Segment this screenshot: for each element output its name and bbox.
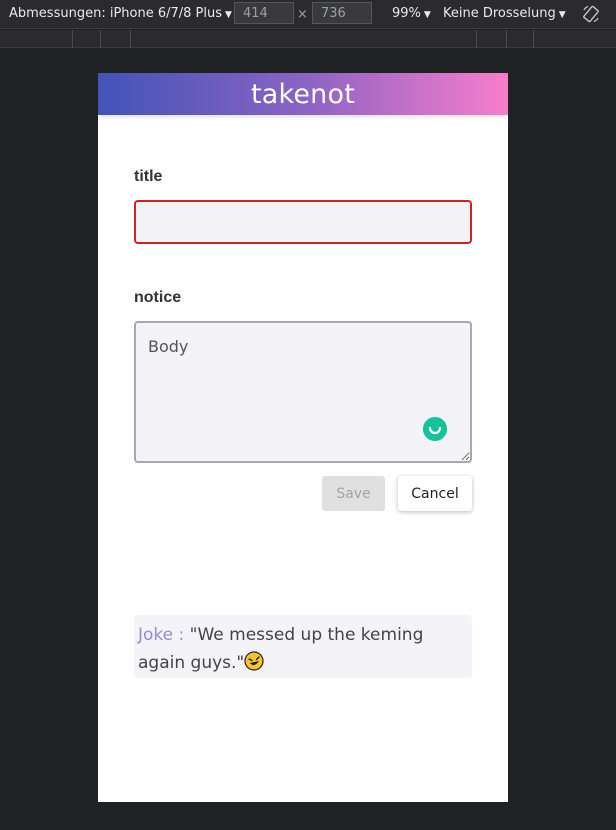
chevron-down-icon: ▼ — [225, 10, 232, 20]
rotate-icon[interactable] — [582, 5, 600, 23]
ruler-tick — [72, 30, 73, 48]
device-width-input[interactable] — [234, 2, 294, 24]
throttling-value: Keine Drosselung — [443, 6, 556, 21]
device-height-input[interactable] — [312, 2, 372, 24]
device-selector[interactable]: Abmessungen: iPhone 6/7/8 Plus ▼ — [9, 6, 232, 21]
ruler-tick — [130, 30, 131, 48]
chevron-down-icon: ▼ — [423, 10, 431, 20]
joke-box: Joke : "We messed up the keming again gu… — [134, 615, 472, 678]
notice-label: notice — [134, 289, 182, 306]
rofl-emoji-icon — [244, 651, 264, 671]
zoom-value: 99% — [392, 6, 421, 21]
dimension-separator: × — [297, 7, 308, 22]
notice-textarea[interactable] — [134, 321, 472, 463]
throttling-selector[interactable]: Keine Drosselung ▼ — [443, 6, 566, 21]
device-viewport: takenot title notice Save Cancel Joke : … — [98, 73, 508, 802]
devtools-toolbar: Abmessungen: iPhone 6/7/8 Plus▼ × 99%▼ K… — [0, 0, 616, 29]
joke-label: Joke : — [138, 625, 185, 645]
title-label: title — [134, 168, 163, 185]
ruler-tick — [100, 30, 101, 48]
grammarly-icon[interactable] — [423, 417, 447, 441]
app-header: takenot — [98, 73, 508, 115]
zoom-selector[interactable]: 99% ▼ — [392, 6, 431, 21]
app-title: takenot — [250, 78, 356, 110]
chevron-down-icon: ▼ — [558, 10, 566, 20]
ruler-tick — [476, 30, 477, 48]
cancel-button[interactable]: Cancel — [398, 476, 472, 511]
media-query-ruler — [0, 30, 616, 48]
save-button[interactable]: Save — [322, 476, 385, 511]
device-dimensions-label: Abmessungen: iPhone 6/7/8 Plus — [9, 6, 223, 21]
title-input[interactable] — [134, 200, 472, 244]
ruler-tick — [533, 30, 534, 48]
ruler-tick — [506, 30, 507, 48]
